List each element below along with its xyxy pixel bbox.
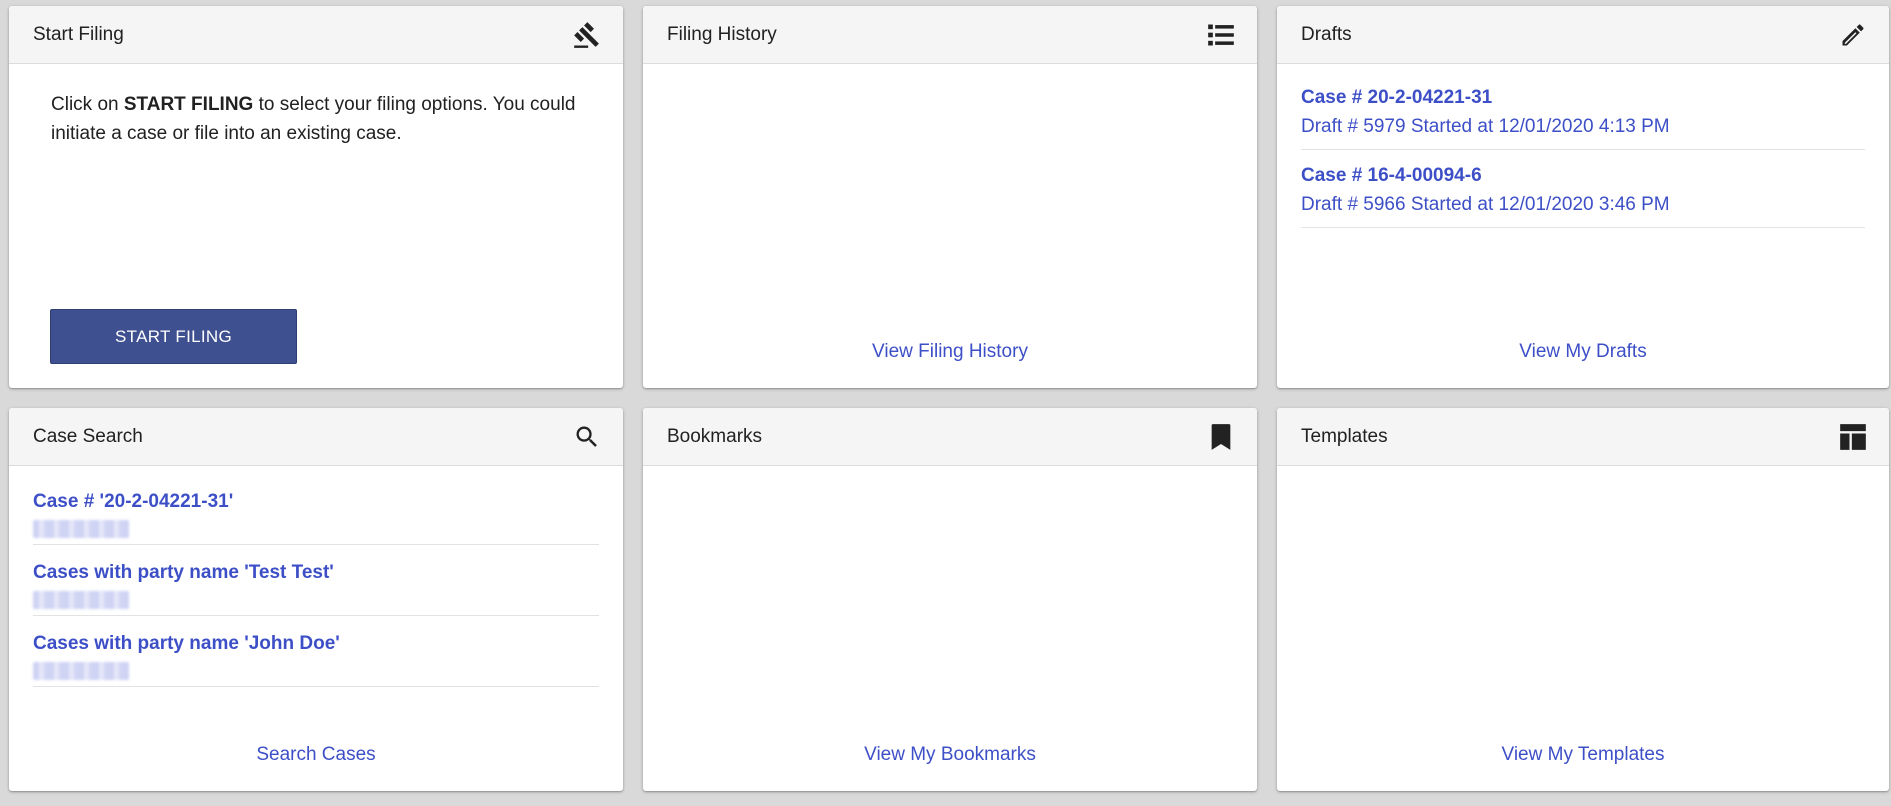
drafts-body: Case # 20-2-04221-31 Draft # 5979 Starte… bbox=[1277, 64, 1889, 324]
case-search-title: Case Search bbox=[33, 425, 143, 447]
start-filing-button[interactable]: START FILING bbox=[50, 309, 297, 364]
recent-search-item[interactable]: Case # '20-2-04221-31' bbox=[33, 488, 599, 545]
drafts-footer: View My Drafts bbox=[1277, 324, 1889, 388]
drafts-card: Drafts Case # 20-2-04221-31 Draft # 5979… bbox=[1277, 6, 1889, 388]
filing-history-title: Filing History bbox=[667, 23, 777, 45]
redacted-court-name bbox=[33, 520, 129, 538]
draft-case-number[interactable]: Case # 16-4-00094-6 bbox=[1301, 162, 1865, 190]
filing-history-header: Filing History bbox=[643, 6, 1257, 64]
case-search-footer: Search Cases bbox=[9, 727, 623, 791]
recent-searches-list: Case # '20-2-04221-31' Cases with party … bbox=[33, 466, 599, 687]
case-search-body: Case # '20-2-04221-31' Cases with party … bbox=[9, 466, 623, 727]
intro-bold: START FILING bbox=[123, 94, 254, 115]
gavel-icon bbox=[573, 21, 601, 49]
recent-search-query[interactable]: Cases with party name 'John Doe' bbox=[33, 630, 599, 658]
draft-detail[interactable]: Draft # 5979 Started at 12/01/2020 4:13 … bbox=[1301, 112, 1865, 141]
view-filing-history-link[interactable]: View Filing History bbox=[872, 341, 1028, 363]
recent-search-item[interactable]: Cases with party name 'Test Test' bbox=[33, 559, 599, 616]
case-search-header: Case Search bbox=[9, 408, 623, 466]
filing-history-footer: View Filing History bbox=[643, 324, 1257, 388]
pencil-icon bbox=[1839, 21, 1867, 49]
draft-item[interactable]: Case # 16-4-00094-6 Draft # 5966 Started… bbox=[1301, 162, 1865, 228]
view-my-templates-link[interactable]: View My Templates bbox=[1502, 744, 1665, 766]
redacted-court-name bbox=[33, 591, 129, 609]
templates-card: Templates View My Templates bbox=[1277, 408, 1889, 791]
dashboard-grid: Start Filing Click on START FILING to se… bbox=[9, 6, 1889, 791]
bookmarks-footer: View My Bookmarks bbox=[643, 727, 1257, 791]
start-filing-title: Start Filing bbox=[33, 23, 124, 45]
recent-search-query[interactable]: Cases with party name 'Test Test' bbox=[33, 559, 599, 587]
recent-search-query[interactable]: Case # '20-2-04221-31' bbox=[33, 488, 599, 516]
search-icon bbox=[573, 423, 601, 451]
bookmarks-header: Bookmarks bbox=[643, 408, 1257, 466]
recent-search-item[interactable]: Cases with party name 'John Doe' bbox=[33, 630, 599, 687]
view-my-bookmarks-link[interactable]: View My Bookmarks bbox=[864, 744, 1036, 766]
view-my-drafts-link[interactable]: View My Drafts bbox=[1519, 341, 1646, 363]
draft-item[interactable]: Case # 20-2-04221-31 Draft # 5979 Starte… bbox=[1301, 84, 1865, 150]
drafts-list: Case # 20-2-04221-31 Draft # 5979 Starte… bbox=[1301, 64, 1865, 228]
templates-header: Templates bbox=[1277, 408, 1889, 466]
templates-title: Templates bbox=[1301, 425, 1388, 447]
case-search-card: Case Search Case # '20-2-04221-31' Cases… bbox=[9, 408, 623, 791]
start-filing-card: Start Filing Click on START FILING to se… bbox=[9, 6, 623, 388]
draft-detail[interactable]: Draft # 5966 Started at 12/01/2020 3:46 … bbox=[1301, 190, 1865, 219]
bookmark-icon bbox=[1207, 423, 1235, 451]
bookmarks-title: Bookmarks bbox=[667, 425, 763, 447]
template-layout-icon bbox=[1839, 423, 1867, 451]
intro-prefix: Click on bbox=[51, 94, 124, 115]
templates-body bbox=[1277, 466, 1889, 727]
start-filing-header: Start Filing bbox=[9, 6, 623, 64]
templates-footer: View My Templates bbox=[1277, 727, 1889, 791]
drafts-header: Drafts bbox=[1277, 6, 1889, 64]
bookmarks-body bbox=[643, 466, 1257, 727]
drafts-title: Drafts bbox=[1301, 23, 1352, 45]
redacted-court-name bbox=[33, 662, 129, 680]
start-filing-intro: Click on START FILING to select your fil… bbox=[33, 64, 599, 148]
filing-history-body bbox=[643, 64, 1257, 324]
bookmarks-card: Bookmarks View My Bookmarks bbox=[643, 408, 1257, 791]
filing-history-card: Filing History View Filing History bbox=[643, 6, 1257, 388]
start-filing-body: Click on START FILING to select your fil… bbox=[9, 64, 623, 388]
search-cases-link[interactable]: Search Cases bbox=[256, 744, 375, 766]
list-icon bbox=[1207, 21, 1235, 49]
draft-case-number[interactable]: Case # 20-2-04221-31 bbox=[1301, 84, 1865, 112]
